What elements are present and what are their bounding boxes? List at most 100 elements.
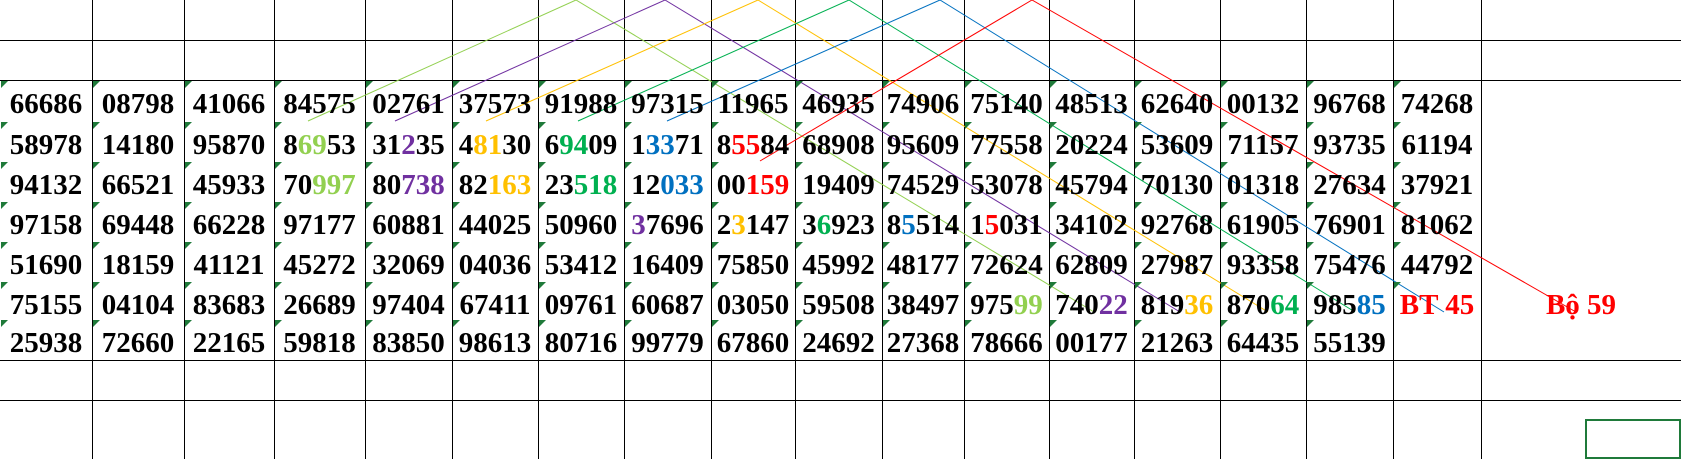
sheet-cell[interactable]: 66228	[184, 204, 274, 246]
sheet-cell[interactable]: 85584	[711, 124, 795, 166]
sheet-cell[interactable]: 12033	[624, 164, 711, 206]
sheet-cell[interactable]: 21263	[1134, 322, 1220, 364]
sheet-cell[interactable]: 71157	[1220, 124, 1306, 166]
sheet-cell[interactable]: 94132	[0, 164, 92, 206]
sheet-cell[interactable]: 00159	[711, 164, 795, 206]
sheet-cell[interactable]: 66686	[0, 83, 92, 125]
sheet-cell[interactable]: 45272	[274, 244, 365, 286]
sheet-cell[interactable]: 24692	[795, 322, 882, 364]
sheet-cell[interactable]: 60687	[624, 284, 711, 326]
sheet-cell[interactable]: 59818	[274, 322, 365, 364]
sheet-cell[interactable]: BT 45	[1393, 284, 1481, 326]
sheet-cell[interactable]: 44792	[1393, 244, 1481, 286]
sheet-cell[interactable]: 41121	[184, 244, 274, 286]
sheet-cell[interactable]: 41066	[184, 83, 274, 125]
sheet-cell[interactable]: 31235	[365, 124, 452, 166]
sheet-cell[interactable]: 93358	[1220, 244, 1306, 286]
sheet-cell[interactable]: 27987	[1134, 244, 1220, 286]
sheet-cell[interactable]: 97599	[964, 284, 1049, 326]
sheet-cell[interactable]: 50960	[538, 204, 624, 246]
sheet-cell[interactable]: 83850	[365, 322, 452, 364]
sheet-cell[interactable]: 91988	[538, 83, 624, 125]
sheet-cell[interactable]: 19409	[795, 164, 882, 206]
sheet-cell[interactable]: 38497	[882, 284, 964, 326]
sheet-cell[interactable]: 23518	[538, 164, 624, 206]
sheet-cell[interactable]: 75140	[964, 83, 1049, 125]
sheet-cell[interactable]	[1481, 164, 1681, 206]
sheet-cell[interactable]: 37921	[1393, 164, 1481, 206]
sheet-cell[interactable]: 11965	[711, 83, 795, 125]
sheet-cell[interactable]: 69409	[538, 124, 624, 166]
sheet-cell[interactable]: 93735	[1306, 124, 1393, 166]
sheet-cell[interactable]: 46935	[795, 83, 882, 125]
sheet-cell[interactable]: 00132	[1220, 83, 1306, 125]
sheet-cell[interactable]: 32069	[365, 244, 452, 286]
sheet-cell[interactable]: 00177	[1049, 322, 1134, 364]
sheet-cell[interactable]: 72660	[92, 322, 184, 364]
sheet-cell[interactable]	[1481, 322, 1681, 364]
sheet-cell[interactable]: 27368	[882, 322, 964, 364]
sheet-cell[interactable]: 61194	[1393, 124, 1481, 166]
sheet-cell[interactable]: 81062	[1393, 204, 1481, 246]
sheet-cell[interactable]: 62809	[1049, 244, 1134, 286]
sheet-cell[interactable]: 95609	[882, 124, 964, 166]
sheet-cell[interactable]: 87064	[1220, 284, 1306, 326]
sheet-cell[interactable]: 98613	[452, 322, 538, 364]
sheet-cell[interactable]: 02761	[365, 83, 452, 125]
sheet-cell[interactable]: 74022	[1049, 284, 1134, 326]
sheet-cell[interactable]: 15031	[964, 204, 1049, 246]
sheet-cell[interactable]: 74906	[882, 83, 964, 125]
sheet-cell[interactable]: 74529	[882, 164, 964, 206]
sheet-cell[interactable]: 48130	[452, 124, 538, 166]
sheet-cell[interactable]: 75476	[1306, 244, 1393, 286]
sheet-cell[interactable]	[1481, 124, 1681, 166]
sheet-cell[interactable]: 27634	[1306, 164, 1393, 206]
sheet-cell[interactable]: 25938	[0, 322, 92, 364]
sheet-cell[interactable]: 37696	[624, 204, 711, 246]
sheet-cell[interactable]: 18159	[92, 244, 184, 286]
sheet-cell[interactable]: 16409	[624, 244, 711, 286]
sheet-cell[interactable]: 45933	[184, 164, 274, 206]
sheet-cell[interactable]: 13371	[624, 124, 711, 166]
sheet-cell[interactable]: 92768	[1134, 204, 1220, 246]
sheet-cell[interactable]: 34102	[1049, 204, 1134, 246]
sheet-cell[interactable]: 77558	[964, 124, 1049, 166]
sheet-cell[interactable]: 04104	[92, 284, 184, 326]
sheet-cell[interactable]: 22165	[184, 322, 274, 364]
sheet-cell[interactable]: 48177	[882, 244, 964, 286]
sheet-cell[interactable]: 55139	[1306, 322, 1393, 364]
sheet-cell[interactable]: 85514	[882, 204, 964, 246]
sheet-cell[interactable]: 59508	[795, 284, 882, 326]
sheet-cell[interactable]: 48513	[1049, 83, 1134, 125]
sheet-cell[interactable]: 70997	[274, 164, 365, 206]
sheet-cell[interactable]: 20224	[1049, 124, 1134, 166]
sheet-cell[interactable]: 74268	[1393, 83, 1481, 125]
sheet-cell[interactable]: 80738	[365, 164, 452, 206]
sheet-cell[interactable]: 70130	[1134, 164, 1220, 206]
sheet-cell[interactable]: Bộ 59	[1481, 284, 1681, 326]
sheet-cell[interactable]: 09761	[538, 284, 624, 326]
sheet-cell[interactable]: 97177	[274, 204, 365, 246]
sheet-cell[interactable]: 97404	[365, 284, 452, 326]
sheet-cell[interactable]: 69448	[92, 204, 184, 246]
sheet-cell[interactable]: 78666	[964, 322, 1049, 364]
sheet-cell[interactable]: 01318	[1220, 164, 1306, 206]
sheet-cell[interactable]: 62640	[1134, 83, 1220, 125]
sheet-cell[interactable]: 58978	[0, 124, 92, 166]
sheet-cell[interactable]	[1393, 322, 1481, 364]
sheet-cell[interactable]: 98585	[1306, 284, 1393, 326]
sheet-cell[interactable]: 08798	[92, 83, 184, 125]
sheet-cell[interactable]: 36923	[795, 204, 882, 246]
sheet-cell[interactable]: 75155	[0, 284, 92, 326]
sheet-cell[interactable]: 82163	[452, 164, 538, 206]
sheet-cell[interactable]: 61905	[1220, 204, 1306, 246]
sheet-cell[interactable]: 84575	[274, 83, 365, 125]
sheet-cell[interactable]: 97315	[624, 83, 711, 125]
sheet-cell[interactable]: 67411	[452, 284, 538, 326]
sheet-cell[interactable]: 53412	[538, 244, 624, 286]
sheet-cell[interactable]: 66521	[92, 164, 184, 206]
sheet-cell[interactable]	[1481, 244, 1681, 286]
sheet-cell[interactable]: 68908	[795, 124, 882, 166]
sheet-cell[interactable]: 60881	[365, 204, 452, 246]
sheet-cell[interactable]: 45992	[795, 244, 882, 286]
